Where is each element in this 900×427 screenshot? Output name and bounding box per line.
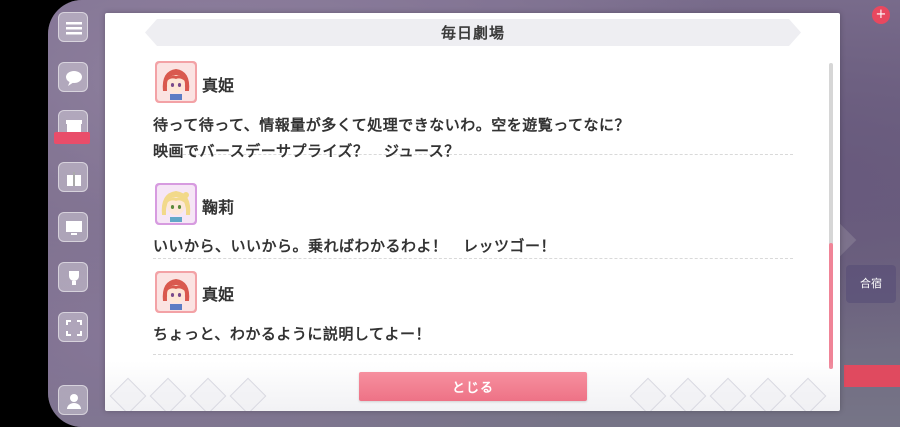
dialogue-line: 待って待って、情報量が多くて処理できないわ。空を遊覧ってなに？ <box>153 116 631 134</box>
chat-icon[interactable] <box>58 62 88 92</box>
dialogue-entry: 真姫 待って待って、情報量が多くて処理できないわ。空を遊覧ってなに？ 映画でバー… <box>153 59 793 160</box>
speaker-name: 真姫 <box>202 285 235 304</box>
trophy-icon[interactable] <box>58 262 88 292</box>
footer-diamond <box>629 377 667 411</box>
footer-diamond <box>669 377 707 411</box>
maki-avatar <box>155 61 197 103</box>
scrollbar[interactable] <box>829 63 833 369</box>
fullscreen-icon[interactable] <box>58 312 88 342</box>
side-menu-rail <box>52 0 90 427</box>
dialog-header: 毎日劇場 <box>145 19 801 46</box>
footer-diamond <box>709 377 747 411</box>
dialog-title: 毎日劇場 <box>440 24 505 42</box>
footer-diamond <box>749 377 787 411</box>
footer-diamond <box>789 377 827 411</box>
speaker-name: 鞠莉 <box>202 198 235 217</box>
dialogue-entry: 真姫 ちょっと、わかるように説明してよー！ <box>153 259 793 355</box>
plus-badge[interactable]: + <box>872 6 890 24</box>
right-banner-strip <box>844 365 900 387</box>
camp-button[interactable]: 合宿 <box>846 265 896 303</box>
monitor-icon[interactable] <box>58 212 88 242</box>
maki-avatar <box>155 271 197 313</box>
dialogue-line: いいから、いいから。乗ればわかるわよ！ レッツゴー！ <box>153 237 557 255</box>
footer-diamond <box>149 377 187 411</box>
right-side-panel: + 合宿 <box>840 0 900 427</box>
gift-icon[interactable] <box>58 162 88 192</box>
daily-theater-dialog: 毎日劇場 真姫 待って待って、情報量が多くて処理できないわ。空を遊覧ってなに？ … <box>105 13 840 411</box>
footer-diamond <box>109 377 147 411</box>
scrollbar-thumb[interactable] <box>829 243 833 369</box>
mari-avatar <box>155 183 197 225</box>
close-button[interactable]: とじる <box>359 372 587 401</box>
footer-diamond <box>229 377 267 411</box>
notice-tag <box>54 132 90 144</box>
dialogue-line: ちょっと、わかるように説明してよー！ <box>153 325 431 343</box>
profile-icon[interactable] <box>58 385 88 415</box>
footer-diamond <box>189 377 227 411</box>
dialogue-list[interactable]: 真姫 待って待って、情報量が多くて処理できないわ。空を遊覧ってなに？ 映画でバー… <box>153 59 793 371</box>
menu-icon[interactable] <box>58 12 88 42</box>
speaker-name: 真姫 <box>202 76 235 95</box>
dialogue-entry: 鞠莉 いいから、いいから。乗ればわかるわよ！ レッツゴー！ <box>153 155 793 259</box>
